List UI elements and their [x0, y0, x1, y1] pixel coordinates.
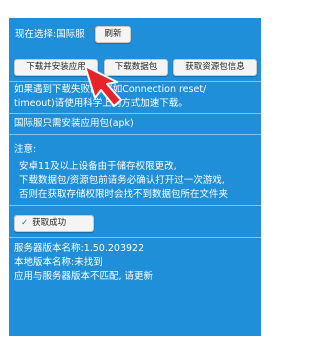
warning-line-1: 安卓11及以上设备由于储存权限更改,	[19, 161, 177, 172]
divider	[9, 113, 261, 114]
divider	[9, 205, 261, 206]
warning-title: 注意:	[14, 144, 37, 155]
main-panel: 现在选择:国际服 刷新 下载并安装应用 下载数据包 获取资源包信息 如果遇到下载…	[9, 18, 261, 336]
divider	[9, 81, 261, 82]
warning-line-2: 下载数据包/资源包前请务必确认打开过一次游戏,	[19, 175, 225, 186]
divider	[9, 237, 261, 238]
check-icon: ✓	[21, 218, 29, 228]
refresh-button[interactable]: 刷新	[95, 26, 131, 43]
intl-note: 国际服只需安装应用包(apk)	[14, 118, 134, 129]
warning-line-3: 否则在获取存储权限时会找不到数据包所在文件夹	[19, 189, 229, 200]
get-resource-info-button[interactable]: 获取资源包信息	[173, 59, 257, 76]
pointer-arrow-icon	[84, 65, 122, 107]
fetch-success-label: 获取成功	[32, 218, 67, 228]
server-version: 服务器版本名称:1.50.203922	[14, 243, 145, 254]
version-mismatch: 应用与服务器版本不匹配, 请更新	[14, 271, 154, 282]
local-version: 本地版本名称:未找到	[14, 257, 103, 268]
current-server-label: 现在选择:国际服	[15, 29, 85, 40]
fetch-success-status: ✓ 获取成功	[14, 215, 94, 232]
divider	[9, 134, 261, 135]
